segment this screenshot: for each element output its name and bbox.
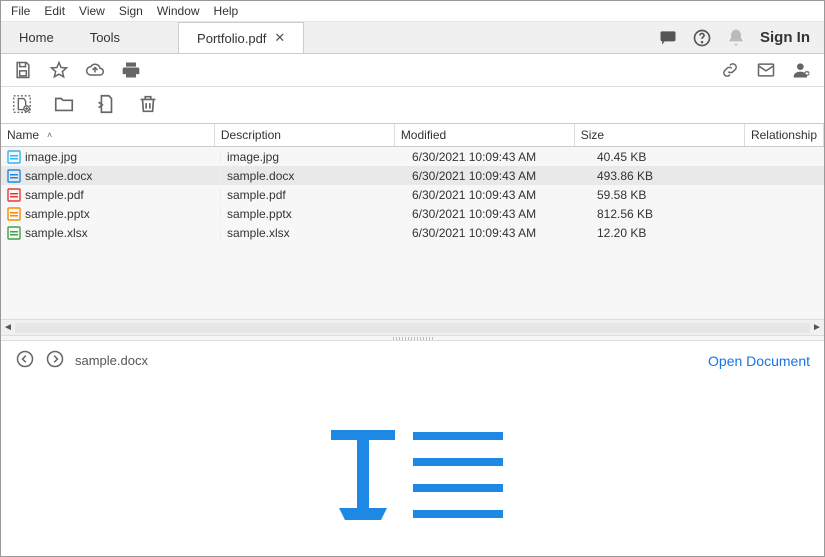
file-description: image.jpg: [221, 150, 406, 164]
horizontal-scrollbar[interactable]: ◄ ►: [1, 319, 824, 335]
open-document-link[interactable]: Open Document: [708, 353, 810, 369]
table-row[interactable]: sample.pptxsample.pptx6/30/2021 10:09:43…: [1, 204, 824, 223]
tab-document-label: Portfolio.pdf: [197, 31, 266, 46]
mail-icon[interactable]: [756, 60, 776, 80]
file-size: 40.45 KB: [591, 150, 766, 164]
bell-icon[interactable]: [726, 28, 746, 48]
menu-bar: File Edit View Sign Window Help: [1, 1, 824, 22]
file-type-icon: [7, 207, 21, 221]
main-toolbar: [1, 54, 824, 87]
splitter-grip-icon: [393, 337, 433, 340]
column-size-label: Size: [581, 128, 604, 142]
file-description: sample.docx: [221, 169, 406, 183]
menu-window[interactable]: Window: [157, 4, 200, 18]
close-icon[interactable]: ✕: [274, 30, 285, 46]
tab-home[interactable]: Home: [1, 22, 72, 53]
menu-file[interactable]: File: [11, 4, 30, 18]
tab-document[interactable]: Portfolio.pdf ✕: [178, 22, 304, 53]
scroll-track[interactable]: [15, 323, 810, 333]
table-row[interactable]: sample.xlsxsample.xlsx6/30/2021 10:09:43…: [1, 223, 824, 242]
file-name: sample.pdf: [25, 188, 84, 202]
file-modified: 6/30/2021 10:09:43 AM: [406, 226, 591, 240]
scroll-right-icon[interactable]: ►: [810, 322, 824, 333]
file-name: sample.pptx: [25, 207, 90, 221]
print-icon[interactable]: [121, 60, 141, 80]
column-size[interactable]: Size: [575, 124, 745, 146]
star-icon[interactable]: [49, 60, 69, 80]
cloud-upload-icon[interactable]: [85, 60, 105, 80]
table-row[interactable]: sample.docxsample.docx6/30/2021 10:09:43…: [1, 166, 824, 185]
file-size: 812.56 KB: [591, 207, 766, 221]
menu-help[interactable]: Help: [214, 4, 239, 18]
column-description[interactable]: Description: [215, 124, 395, 146]
file-size: 12.20 KB: [591, 226, 766, 240]
portfolio-toolbar: [1, 87, 824, 123]
grid-header: Name ˄ Description Modified Size Relation…: [1, 123, 824, 147]
preview-bar: sample.docx Open Document: [1, 341, 824, 380]
folder-icon[interactable]: [53, 93, 75, 115]
column-modified-label: Modified: [401, 128, 446, 142]
save-icon[interactable]: [13, 60, 33, 80]
next-button[interactable]: [45, 349, 65, 372]
file-modified: 6/30/2021 10:09:43 AM: [406, 207, 591, 221]
sign-in-button[interactable]: Sign In: [760, 29, 810, 46]
menu-edit[interactable]: Edit: [44, 4, 65, 18]
table-row[interactable]: sample.pdfsample.pdf6/30/2021 10:09:43 A…: [1, 185, 824, 204]
file-type-icon: [7, 226, 21, 240]
column-name-label: Name: [7, 128, 39, 142]
file-modified: 6/30/2021 10:09:43 AM: [406, 169, 591, 183]
tab-tools[interactable]: Tools: [72, 22, 138, 53]
previous-button[interactable]: [15, 349, 35, 372]
file-description: sample.xlsx: [221, 226, 406, 240]
file-name: sample.docx: [25, 169, 92, 183]
file-modified: 6/30/2021 10:09:43 AM: [406, 150, 591, 164]
file-type-icon: [7, 188, 21, 202]
tab-home-label: Home: [19, 30, 54, 45]
grid-area: image.jpgimage.jpg6/30/2021 10:09:43 AM4…: [1, 147, 824, 319]
add-person-icon[interactable]: [792, 60, 812, 80]
file-list: image.jpgimage.jpg6/30/2021 10:09:43 AM4…: [1, 147, 824, 242]
file-size: 493.86 KB: [591, 169, 766, 183]
file-name: image.jpg: [25, 150, 77, 164]
column-description-label: Description: [221, 128, 281, 142]
extract-icon[interactable]: [95, 93, 117, 115]
scroll-left-icon[interactable]: ◄: [1, 322, 15, 333]
chat-icon[interactable]: [658, 28, 678, 48]
docx-preview-icon: [313, 420, 513, 533]
column-relationship[interactable]: Relationship: [745, 124, 824, 146]
tab-tools-label: Tools: [90, 30, 120, 45]
add-file-icon[interactable]: [11, 93, 33, 115]
file-type-icon: [7, 169, 21, 183]
column-name[interactable]: Name ˄: [1, 124, 215, 146]
help-icon[interactable]: [692, 28, 712, 48]
file-description: sample.pptx: [221, 207, 406, 221]
preview-content: [1, 380, 824, 556]
link-icon[interactable]: [720, 60, 740, 80]
file-description: sample.pdf: [221, 188, 406, 202]
table-row[interactable]: image.jpgimage.jpg6/30/2021 10:09:43 AM4…: [1, 147, 824, 166]
preview-filename: sample.docx: [75, 353, 148, 368]
file-type-icon: [7, 150, 21, 164]
tab-bar: Home Tools Portfolio.pdf ✕ Sign In: [1, 22, 824, 54]
menu-sign[interactable]: Sign: [119, 4, 143, 18]
trash-icon[interactable]: [137, 93, 159, 115]
menu-view[interactable]: View: [79, 4, 105, 18]
file-name: sample.xlsx: [25, 226, 88, 240]
sort-indicator-icon: ˄: [47, 130, 52, 140]
column-relationship-label: Relationship: [751, 128, 817, 142]
file-modified: 6/30/2021 10:09:43 AM: [406, 188, 591, 202]
column-modified[interactable]: Modified: [395, 124, 575, 146]
file-size: 59.58 KB: [591, 188, 766, 202]
